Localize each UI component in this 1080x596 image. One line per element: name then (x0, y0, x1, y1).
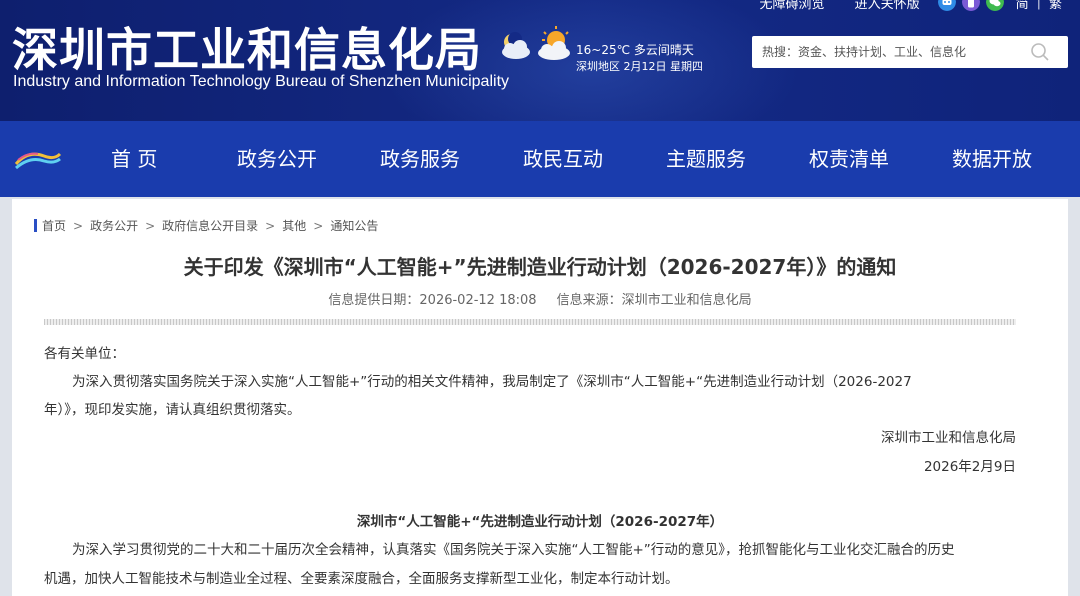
breadcrumb-item-notice[interactable]: 通知公告 (330, 217, 378, 234)
search-input[interactable] (762, 36, 1022, 68)
paragraph-2-line-1: 为深入学习贯彻党的二十大和二十届历次全会精神，认真落实《国务院关于深入实施“人工… (72, 542, 955, 558)
breadcrumb-item-home[interactable]: 首页 (42, 217, 66, 234)
plan-title: 深圳市“人工智能+“先进制造业行动计划（2026-2027年） (356, 514, 724, 530)
article-meta: 信息提供日期：2026-02-12 18:08 信息来源：深圳市工业和信息化局 (12, 289, 1068, 308)
site-logo-icon[interactable] (14, 146, 62, 172)
breadcrumb-item-gov-affairs[interactable]: 政务公开 (90, 217, 138, 234)
traditional-link[interactable]: 繁 (1049, 0, 1062, 12)
partly-sunny-icon (538, 26, 570, 60)
search-box (752, 36, 1068, 68)
nav-power-list[interactable]: 权责清单 (809, 145, 889, 173)
sign-date: 2026年2月9日 (923, 459, 1016, 475)
source-label: 信息来源： (556, 293, 622, 308)
breadcrumb-separator: > (73, 218, 84, 233)
wechat-icon[interactable] (985, 0, 1004, 11)
paragraph-1-line-1: 为深入贯彻落实国务院关于深入实施“人工智能+”行动的相关文件精神，我局制定了《深… (72, 374, 912, 390)
article-card: 首页 > 政务公开 > 政府信息公开目录 > 其他 > 通知公告 关于印发《深圳… (12, 199, 1068, 596)
nav-gov-services[interactable]: 政务服务 (380, 145, 460, 173)
elderly-mode-link[interactable]: 进入关怀版 (855, 0, 920, 12)
salutation: 各有关单位： (44, 346, 125, 362)
breadcrumb-item-catalog[interactable]: 政府信息公开目录 (162, 217, 258, 234)
main-nav: 首 页 政务公开 政务服务 政民互动 主题服务 权责清单 数据开放 (0, 121, 1080, 197)
phone-icon[interactable] (961, 0, 980, 11)
paragraph-1-line-2: 年）》，现印发实施，请认真组织贯彻落实。 (44, 402, 301, 418)
title-divider (44, 319, 1016, 325)
nav-interaction[interactable]: 政民互动 (523, 145, 603, 173)
weather-date: 深圳地区 2月12日 星期四 (576, 60, 703, 73)
site-title: 深圳市工业和信息化局 (12, 23, 482, 77)
nav-open-data[interactable]: 数据开放 (952, 145, 1032, 173)
date-value: 2026-02-12 18:08 (419, 293, 537, 308)
search-icon[interactable] (1030, 42, 1050, 62)
source-value: 深圳市工业和信息化局 (621, 293, 752, 308)
signature: 深圳市工业和信息化局 (881, 430, 1016, 446)
weather-icons (502, 26, 570, 60)
article-title: 关于印发《深圳市“人工智能+”先进制造业行动计划（2026-2027年）》的通知 (183, 255, 897, 279)
accessible-link[interactable]: 无障碍浏览 (760, 0, 825, 12)
breadcrumb-separator: > (265, 218, 276, 233)
breadcrumb: 首页 > 政务公开 > 政府信息公开目录 > 其他 > 通知公告 (34, 217, 378, 234)
nav-home[interactable]: 首 页 (111, 145, 157, 173)
nav-gov-affairs-public[interactable]: 政务公开 (237, 145, 317, 173)
breadcrumb-item-other[interactable]: 其他 (282, 217, 306, 234)
site-header: 深圳市工业和信息化局 Industry and Information Tech… (0, 0, 1080, 121)
site-subtitle: Industry and Information Technology Bure… (13, 73, 510, 90)
cloudy-moon-icon (502, 32, 530, 59)
weather-temp: 16~25℃ 多云间晴天 (576, 43, 694, 57)
paragraph-2-line-2: 机遇，加快人工智能技术与制造业全过程、全要素深度融合，全面服务支撑新型工业化，制… (44, 571, 679, 587)
date-label: 信息提供日期： (328, 293, 420, 308)
breadcrumb-marker (34, 219, 37, 232)
top-links: 无障碍浏览 进入关怀版 简 | 繁 (760, 0, 1062, 12)
simplified-link[interactable]: 简 (1016, 0, 1029, 12)
nav-theme-services[interactable]: 主题服务 (666, 145, 746, 173)
robot-icon[interactable] (937, 0, 956, 11)
breadcrumb-separator: > (313, 218, 324, 233)
breadcrumb-separator: > (145, 218, 156, 233)
